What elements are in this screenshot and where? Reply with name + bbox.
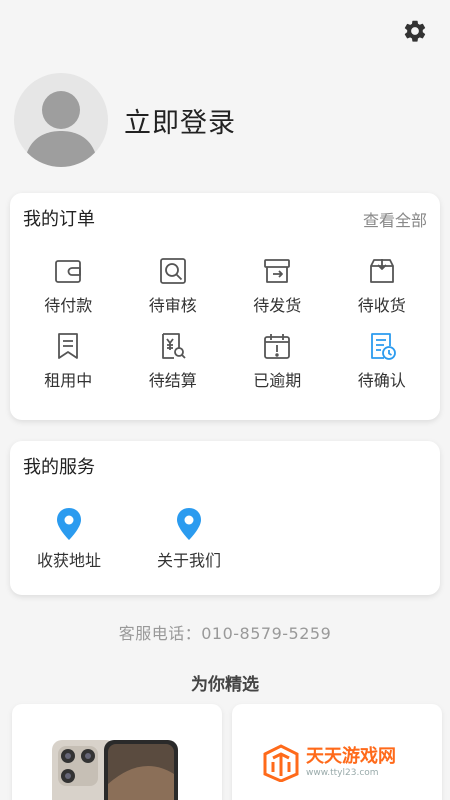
watermark-title: 天天游戏网 bbox=[306, 746, 396, 767]
phone-product-image bbox=[52, 740, 178, 800]
service-label: 收获地址 bbox=[36, 551, 101, 570]
order-status-label: 待付款 bbox=[44, 296, 93, 315]
service-label: 关于我们 bbox=[156, 551, 221, 570]
order-status-label: 待发货 bbox=[253, 296, 302, 315]
doc-clock-icon bbox=[370, 333, 396, 360]
login-link[interactable]: 立即登录 bbox=[124, 101, 236, 140]
product-card[interactable] bbox=[12, 704, 222, 800]
picks-title: 为你精选 bbox=[191, 675, 259, 695]
order-pending-shipment[interactable]: 待发货 bbox=[225, 255, 330, 316]
bill-search-icon bbox=[161, 333, 186, 359]
order-status-label: 待结算 bbox=[148, 371, 197, 390]
wallet-icon bbox=[55, 260, 82, 283]
order-status-grid: 待付款 待审核 待发货 待收货 租用中 待结算 已逾期 待确认 bbox=[16, 255, 434, 391]
service-grid: 收获地址 关于我们 bbox=[26, 507, 232, 571]
profile-section[interactable]: 立即登录 bbox=[14, 72, 436, 168]
order-status-label: 待审核 bbox=[148, 296, 197, 315]
site-logo-icon bbox=[263, 744, 299, 782]
avatar-placeholder-icon bbox=[24, 91, 98, 167]
calendar-alert-icon bbox=[264, 334, 291, 359]
orders-title: 我的订单 bbox=[23, 209, 95, 230]
ship-box-icon bbox=[264, 259, 291, 283]
order-status-label: 待收货 bbox=[357, 296, 406, 315]
order-status-label: 待确认 bbox=[357, 371, 406, 390]
review-icon bbox=[159, 258, 186, 284]
location-pin-icon bbox=[177, 508, 201, 540]
receive-box-icon bbox=[369, 259, 394, 283]
orders-card: 我的订单 查看全部 待付款 待审核 待发货 待收货 租用中 待结算 已逾期 待确… bbox=[10, 193, 440, 420]
order-status-label: 租用中 bbox=[44, 371, 93, 390]
services-title: 我的服务 bbox=[23, 457, 95, 478]
watermark: 天天游戏网 www.ttyl23.com bbox=[262, 744, 396, 782]
watermark-url: www.ttyl23.com bbox=[306, 768, 379, 778]
service-address[interactable]: 收获地址 bbox=[26, 507, 112, 571]
product-card[interactable]: 天天游戏网 www.ttyl23.com bbox=[232, 704, 442, 800]
services-card: 我的服务 收获地址 关于我们 bbox=[10, 441, 440, 595]
order-pending-confirm[interactable]: 待确认 bbox=[330, 330, 435, 391]
order-renting[interactable]: 租用中 bbox=[16, 330, 121, 391]
avatar[interactable] bbox=[14, 73, 108, 167]
bookmark-icon bbox=[58, 333, 79, 359]
order-overdue[interactable]: 已逾期 bbox=[225, 330, 330, 391]
order-pending-review[interactable]: 待审核 bbox=[121, 255, 226, 316]
gear-icon bbox=[404, 20, 426, 42]
order-pending-receipt[interactable]: 待收货 bbox=[330, 255, 435, 316]
settings-button[interactable] bbox=[400, 16, 430, 46]
order-pending-payment[interactable]: 待付款 bbox=[16, 255, 121, 316]
view-all-orders-link[interactable]: 查看全部 bbox=[363, 207, 427, 231]
order-pending-settlement[interactable]: 待结算 bbox=[121, 330, 226, 391]
customer-service-hotline[interactable]: 客服电话：010-8579-5259 bbox=[0, 620, 450, 644]
service-about-us[interactable]: 关于我们 bbox=[146, 507, 232, 571]
order-status-label: 已逾期 bbox=[253, 371, 302, 390]
location-pin-icon bbox=[57, 508, 81, 540]
watermark-text: 天天游戏网 www.ttyl23.com bbox=[306, 748, 396, 778]
